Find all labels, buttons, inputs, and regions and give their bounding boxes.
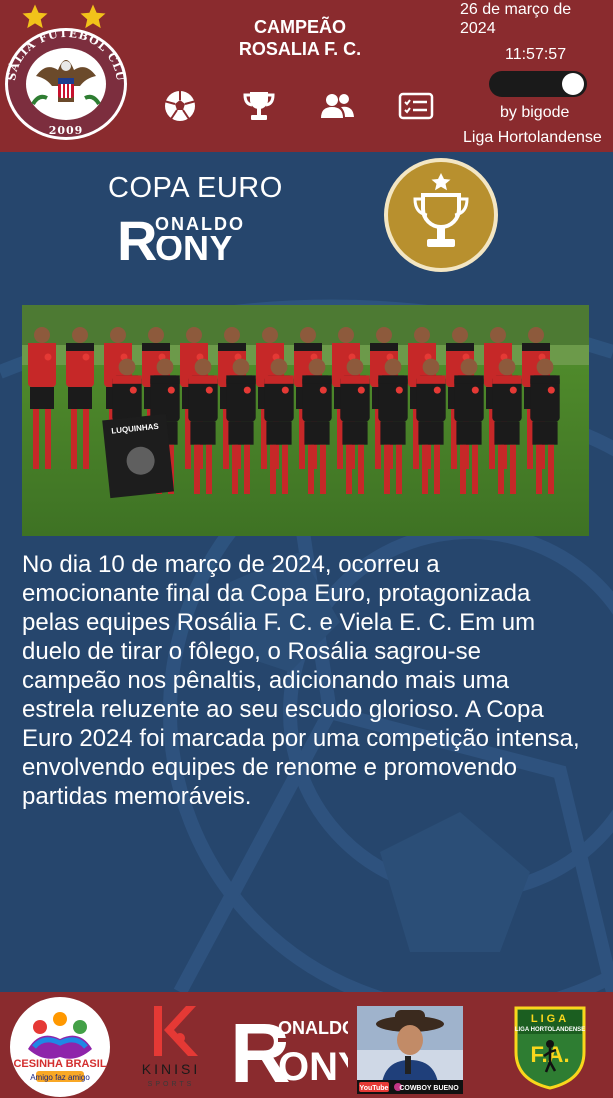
sponsor-2-name: KINISI <box>142 1061 200 1077</box>
ronaldo-rony-logo: R ONALDO ONY <box>115 208 285 272</box>
svg-text:R: R <box>117 209 157 266</box>
trophy-icon[interactable] <box>241 88 277 124</box>
sponsor-1-name: CESINHA BRASIL <box>13 1058 106 1070</box>
sponsor-ronaldo-rony[interactable]: R ONALDO ONY <box>230 1004 348 1088</box>
sponsor-4-name: COWBOY BUENO <box>399 1085 459 1092</box>
sponsor-kinisi[interactable]: KINISI SPORTS <box>130 1000 212 1090</box>
svg-text:ONY: ONY <box>155 227 233 266</box>
article-body: No dia 10 de março de 2024, ocorreu a em… <box>22 551 580 810</box>
top-header: ROSÁLIA FUTEBOL CLUBE 2009 CAMPEÃO ROSAL… <box>0 0 613 152</box>
svg-text:ONALDO: ONALDO <box>278 1018 348 1038</box>
trophy-badge-icon <box>383 157 499 273</box>
users-icon[interactable] <box>319 88 355 124</box>
sponsor-4-channel: YouTube <box>360 1085 389 1092</box>
theme-toggle[interactable] <box>489 71 587 97</box>
sponsor-cowboy-bueno[interactable]: YouTube COWBOY BUENO <box>357 1006 463 1094</box>
svg-text:ONY: ONY <box>278 1045 348 1088</box>
clock-display: 11:57:57 <box>505 46 567 63</box>
soccer-ball-icon[interactable] <box>162 88 198 124</box>
sponsor-liga-hortolandense[interactable]: LIGA LIGA HORTOLANDENSE F.A. <box>512 1004 588 1090</box>
page-title: CAMPEÃO ROSALIA F. C. <box>200 16 400 60</box>
team-photo: LUQUINHAS <box>22 305 589 536</box>
competition-title: COPA EURO <box>108 172 283 204</box>
list-card-icon[interactable] <box>398 88 434 124</box>
sponsor-1-tagline: Amigo faz amigo <box>30 1073 90 1082</box>
crest-year: 2009 <box>49 124 84 137</box>
toggle-knob <box>562 73 584 95</box>
title-line-1: CAMPEÃO <box>253 17 346 37</box>
author-byline: by bigode <box>500 104 570 121</box>
sponsor-2-tagline: SPORTS <box>148 1081 195 1088</box>
title-line-2: ROSALIA F. C. <box>238 39 362 59</box>
sponsor-5-name: LIGA HORTOLANDENSE <box>515 1027 585 1033</box>
sponsor-cesinha-brasil[interactable]: CESINHA BRASIL Amigo faz amigo <box>8 997 112 1097</box>
league-name[interactable]: Liga Hortolandense <box>463 129 602 147</box>
svg-text:LIGA: LIGA <box>531 1013 569 1025</box>
date-display: 26 de março de 2024 <box>460 1 572 37</box>
club-crest-logo[interactable]: ROSÁLIA FUTEBOL CLUBE 2009 <box>0 16 129 142</box>
sponsors-footer: CESINHA BRASIL Amigo faz amigo KINISI SP… <box>0 992 613 1098</box>
